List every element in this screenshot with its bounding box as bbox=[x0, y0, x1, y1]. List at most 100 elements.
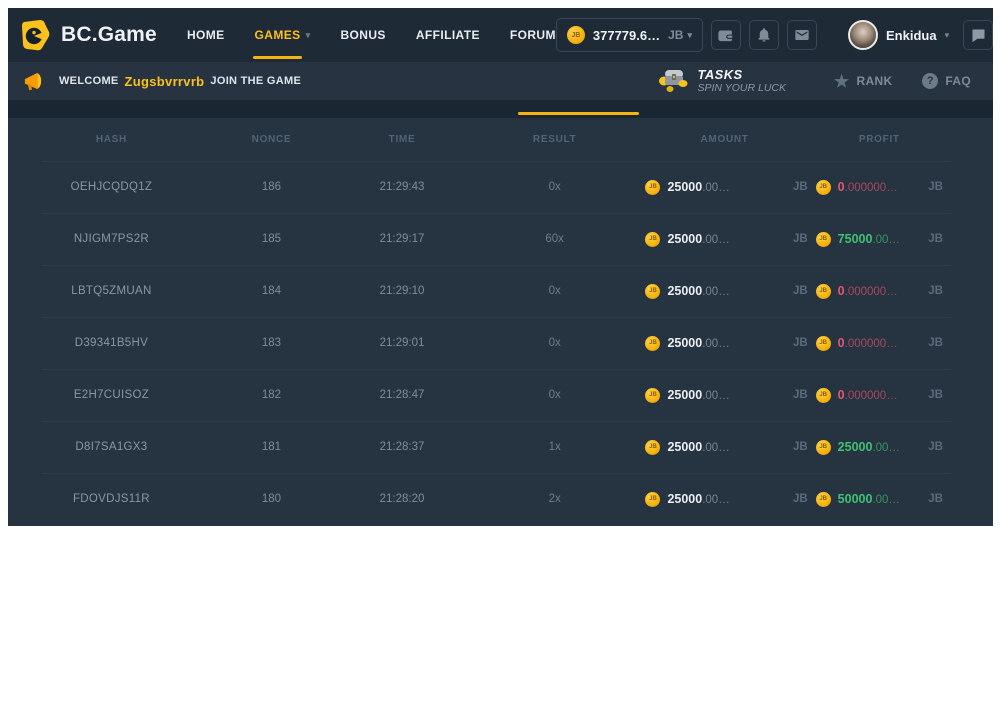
bet-nonce: 185 bbox=[215, 233, 328, 245]
coin-icon: JB bbox=[816, 388, 831, 403]
tasks-subtitle: SPIN YOUR LUCK bbox=[698, 82, 787, 94]
bet-result: 0x bbox=[476, 181, 634, 193]
bet-nonce: 184 bbox=[215, 285, 328, 297]
user-menu[interactable]: Enkidua ▾ bbox=[848, 20, 949, 50]
bet-profit: JB 0.000000… JB bbox=[816, 180, 993, 195]
table-row[interactable]: NJIGM7PS2R 185 21:29:17 60x JB 25000.00…… bbox=[8, 213, 993, 265]
nav-item-label: HOME bbox=[187, 28, 225, 42]
bet-amount: JB 25000.00… JB bbox=[633, 336, 815, 351]
bet-result: 60x bbox=[476, 233, 634, 245]
nav-item-label: FORUM bbox=[510, 28, 556, 42]
bet-amount: JB 25000.00… JB bbox=[633, 180, 815, 195]
nav-item-label: GAMES bbox=[255, 28, 301, 42]
caret-down-icon: ▾ bbox=[945, 30, 950, 41]
bet-amount: JB 25000.00… JB bbox=[633, 284, 815, 299]
bet-time: 21:29:01 bbox=[328, 337, 476, 349]
nav-item-affiliate[interactable]: AFFILIATE bbox=[416, 8, 480, 62]
coin-icon: JB bbox=[816, 232, 831, 247]
coin-icon: JB bbox=[816, 284, 831, 299]
profit-currency: JB bbox=[928, 441, 943, 453]
nav-menu: HOME GAMES ▾ BONUS AFFILIATE FORUM bbox=[187, 8, 556, 62]
bcgame-app: BC.Game HOME GAMES ▾ BONUS AFFILIATE FOR… bbox=[8, 8, 993, 526]
bet-hash: D8I7SA1GX3 bbox=[8, 441, 215, 453]
bet-profit: JB 0.000000… JB bbox=[816, 388, 993, 403]
tasks-title: TASKS bbox=[698, 68, 787, 83]
brand-logo[interactable]: BC.Game bbox=[18, 18, 157, 52]
coin-icon: JB bbox=[645, 180, 660, 195]
rank-link[interactable]: ★ RANK bbox=[834, 73, 892, 90]
amount-currency: JB bbox=[793, 441, 808, 453]
user-avatar bbox=[848, 20, 878, 50]
messages-button[interactable] bbox=[787, 20, 817, 50]
nav-item-home[interactable]: HOME bbox=[187, 8, 225, 62]
amount-currency: JB bbox=[793, 337, 808, 349]
profit-currency: JB bbox=[928, 493, 943, 505]
welcome-suffix: JOIN THE GAME bbox=[210, 75, 301, 87]
chat-toggle-button[interactable] bbox=[963, 20, 993, 50]
banner-links: ★ RANK ? FAQ bbox=[834, 73, 971, 90]
coin-icon: JB bbox=[816, 336, 831, 351]
bet-hash: NJIGM7PS2R bbox=[8, 233, 215, 245]
coin-icon: JB bbox=[645, 388, 660, 403]
profit-currency: JB bbox=[928, 285, 943, 297]
balance-dropdown[interactable]: JB 377779.6… JB▾ bbox=[556, 18, 703, 52]
header-result: RESULT bbox=[476, 134, 634, 145]
header-amount: AMOUNT bbox=[633, 134, 815, 145]
megaphone-icon bbox=[22, 70, 45, 93]
bet-time: 21:29:17 bbox=[328, 233, 476, 245]
bet-amount: JB 25000.00… JB bbox=[633, 440, 815, 455]
bet-nonce: 182 bbox=[215, 389, 328, 401]
wallet-button[interactable] bbox=[711, 20, 741, 50]
bet-hash: LBTQ5ZMUAN bbox=[8, 285, 215, 297]
bet-result: 0x bbox=[476, 337, 634, 349]
tab-strip bbox=[8, 100, 993, 118]
nav-item-games[interactable]: GAMES ▾ bbox=[255, 8, 311, 62]
bet-result: 1x bbox=[476, 441, 634, 453]
nav-item-forum[interactable]: FORUM bbox=[510, 8, 556, 62]
bet-profit: JB 75000.00… JB bbox=[816, 232, 993, 247]
faq-link[interactable]: ? FAQ bbox=[922, 73, 971, 89]
bet-hash: OEHJCQDQ1Z bbox=[8, 181, 215, 193]
table-row[interactable]: D39341B5HV 183 21:29:01 0x JB 25000.00… … bbox=[8, 317, 993, 369]
chat-bubble-icon bbox=[970, 27, 987, 44]
tasks-widget[interactable]: TASKS SPIN YOUR LUCK bbox=[657, 64, 787, 99]
nav-item-bonus[interactable]: BONUS bbox=[340, 8, 385, 62]
profit-currency: JB bbox=[928, 233, 943, 245]
star-icon: ★ bbox=[834, 73, 850, 90]
coin-icon: JB bbox=[816, 180, 831, 195]
amount-currency: JB bbox=[793, 285, 808, 297]
bet-profit: JB 0.000000… JB bbox=[816, 284, 993, 299]
notifications-button[interactable] bbox=[749, 20, 779, 50]
bet-nonce: 181 bbox=[215, 441, 328, 453]
profit-currency: JB bbox=[928, 389, 943, 401]
bet-time: 21:28:37 bbox=[328, 441, 476, 453]
bet-amount: JB 25000.00… JB bbox=[633, 388, 815, 403]
bet-hash: FDOVDJS11R bbox=[8, 493, 215, 505]
balance-value: 377779.6… bbox=[593, 28, 660, 43]
table-header-row: HASH NONCE TIME RESULT AMOUNT PROFIT bbox=[8, 118, 993, 161]
bet-hash: E2H7CUISOZ bbox=[8, 389, 215, 401]
table-row[interactable]: OEHJCQDQ1Z 186 21:29:43 0x JB 25000.00… … bbox=[8, 161, 993, 213]
table-row[interactable]: D8I7SA1GX3 181 21:28:37 1x JB 25000.00… … bbox=[8, 421, 993, 473]
coin-icon: JB bbox=[816, 440, 831, 455]
coin-icon: JB bbox=[645, 492, 660, 507]
bell-icon bbox=[756, 27, 772, 43]
coin-icon: JB bbox=[816, 492, 831, 507]
caret-down-icon: ▾ bbox=[687, 30, 692, 41]
table-row[interactable]: LBTQ5ZMUAN 184 21:29:10 0x JB 25000.00… … bbox=[8, 265, 993, 317]
bet-result: 0x bbox=[476, 389, 634, 401]
coin-icon: JB bbox=[645, 232, 660, 247]
question-icon: ? bbox=[922, 73, 938, 89]
table-row[interactable]: E2H7CUISOZ 182 21:28:47 0x JB 25000.00… … bbox=[8, 369, 993, 421]
table-row[interactable]: FDOVDJS11R 180 21:28:20 2x JB 25000.00… … bbox=[8, 473, 993, 525]
welcome-message: WELCOME Zugsbvrrvrb JOIN THE GAME bbox=[22, 70, 657, 93]
amount-currency: JB bbox=[793, 181, 808, 193]
top-nav: BC.Game HOME GAMES ▾ BONUS AFFILIATE FOR… bbox=[8, 8, 993, 62]
bet-nonce: 183 bbox=[215, 337, 328, 349]
amount-currency: JB bbox=[793, 389, 808, 401]
page: BC.Game HOME GAMES ▾ BONUS AFFILIATE FOR… bbox=[0, 0, 1000, 706]
header-nonce: NONCE bbox=[215, 134, 328, 145]
user-name: Enkidua bbox=[886, 28, 937, 43]
profit-currency: JB bbox=[928, 181, 943, 193]
bet-time: 21:29:10 bbox=[328, 285, 476, 297]
